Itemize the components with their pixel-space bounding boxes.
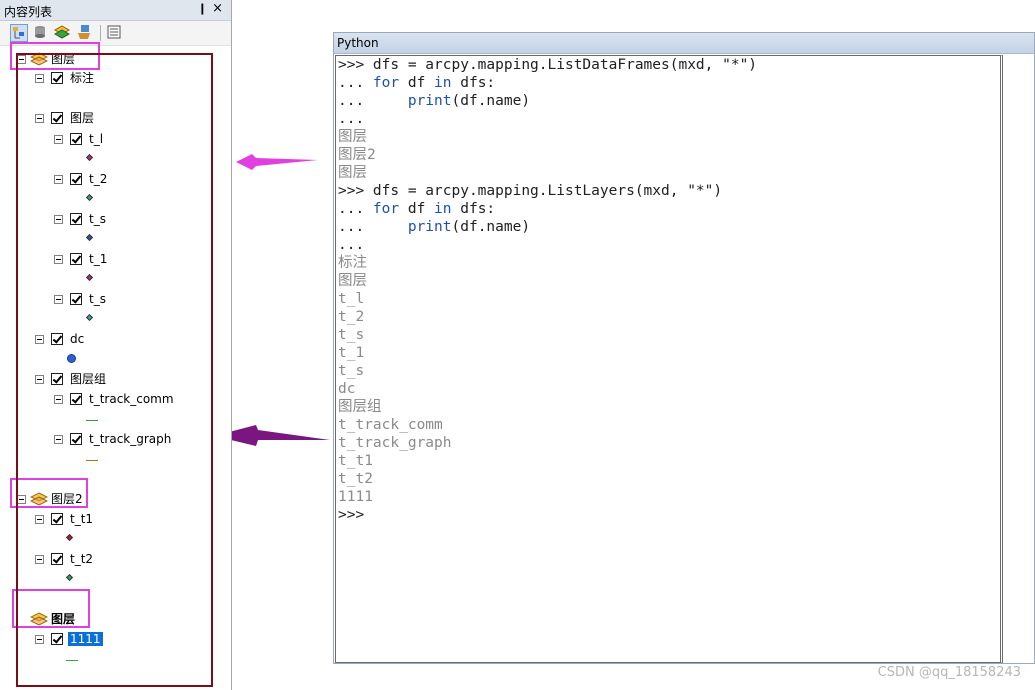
python-input-line: >>> dfs = arcpy.mapping.ListLayers(mxd, …: [338, 182, 722, 200]
python-code-text: dfs:: [451, 201, 496, 217]
python-code-text: (df.name): [451, 219, 531, 235]
python-code-text: t_t2: [338, 471, 373, 487]
python-keyword: in: [434, 201, 452, 217]
python-output-line: t_t2: [338, 470, 373, 488]
python-output-line: 图层组: [338, 398, 382, 416]
python-keyword: print: [407, 219, 452, 235]
python-input-line: >>> dfs = arcpy.mapping.ListDataFrames(m…: [338, 56, 757, 74]
python-output-line: t_1: [338, 344, 364, 362]
close-icon[interactable]: ×: [212, 1, 223, 16]
python-console[interactable]: >>> dfs = arcpy.mapping.ListDataFrames(m…: [335, 55, 1003, 663]
python-code-text: 图层组: [338, 399, 382, 415]
python-code-text: 1111: [338, 489, 373, 505]
python-code-text: dc: [338, 381, 356, 397]
python-code-text: dfs = arcpy.mapping.ListDataFrames(mxd, …: [372, 57, 758, 73]
python-code-text: df: [399, 201, 435, 217]
python-input-line: ... for df in dfs:: [338, 200, 495, 218]
python-output-line: t_track_graph: [338, 434, 452, 452]
python-window: Python >>> dfs = arcpy.mapping.ListDataF…: [333, 32, 1035, 664]
python-code-text: t_l: [338, 291, 365, 307]
python-code-text: ...: [338, 93, 408, 109]
python-code-text: dfs = arcpy.mapping.ListLayers(mxd, "*"): [372, 183, 723, 199]
python-code-text: ...: [338, 219, 408, 235]
python-code-text: >>>: [338, 507, 365, 523]
python-output-line: 图层: [338, 164, 367, 182]
python-input-line: ... print(df.name): [338, 218, 530, 236]
python-code-text: 图层: [338, 273, 367, 289]
python-code-text: ...: [338, 75, 373, 91]
python-output-line: t_l: [338, 290, 364, 308]
python-output-line: t_2: [338, 308, 364, 326]
python-code-text: t_track_comm: [338, 417, 443, 433]
python-output-line: t_s: [338, 326, 364, 344]
python-code-text: dfs:: [451, 75, 496, 91]
python-code-text: 图层: [338, 165, 367, 181]
python-code-text: t_1: [338, 345, 365, 361]
pin-icon[interactable]: ❙: [198, 2, 207, 15]
python-input-line: ...: [338, 236, 364, 254]
watermark: CSDN @qq_18158243: [877, 665, 1021, 680]
python-code-text: ...: [338, 111, 365, 127]
python-code-text: 图层: [338, 129, 367, 145]
python-code-text: t_track_graph: [338, 435, 452, 451]
python-code-text: t_s: [338, 363, 365, 379]
annotation-arrow-purple: [232, 425, 330, 446]
python-code-text: ...: [338, 201, 373, 217]
python-output-line: 图层: [338, 128, 367, 146]
toc-title-bar: 内容列表 ❙ ×: [0, 0, 231, 21]
toolbar-separator: [100, 25, 101, 41]
python-output-line: t_s: [338, 362, 364, 380]
list-by-drawing-order-icon[interactable]: [10, 24, 28, 42]
python-keyword: for: [372, 201, 400, 217]
python-code-text: (df.name): [451, 93, 531, 109]
annotation-box-darkred: [16, 53, 213, 687]
list-by-source-icon[interactable]: [32, 24, 50, 42]
annotation-arrow-magenta: [236, 154, 318, 170]
python-code-text: >>>: [338, 183, 373, 199]
python-code-text: t_t1: [338, 453, 373, 469]
python-code-text: 图层2: [338, 147, 376, 163]
python-code-text: df: [399, 75, 435, 91]
options-icon[interactable]: [106, 24, 124, 42]
python-output-line: 图层2: [338, 146, 376, 164]
python-input-line: >>>: [338, 506, 364, 524]
table-of-contents-panel: 内容列表 ❙ × 图层 标注 图层 t_l t_2 t_s t_1 t_s dc…: [0, 0, 232, 690]
python-code-text: ...: [338, 237, 365, 253]
annotation-arrows: [232, 154, 330, 446]
python-output-line: t_track_comm: [338, 416, 443, 434]
python-code-text: t_2: [338, 309, 365, 325]
python-output-line: t_t1: [338, 452, 373, 470]
python-keyword: in: [434, 75, 452, 91]
python-window-title-bar: Python: [334, 33, 1034, 54]
python-keyword: print: [407, 93, 452, 109]
python-code-text: t_s: [338, 327, 365, 343]
python-input-line: ...: [338, 110, 364, 128]
toc-title: 内容列表: [4, 5, 53, 19]
python-code-text: 标注: [338, 255, 367, 271]
python-window-title: Python: [337, 36, 379, 50]
python-output-line: 标注: [338, 254, 367, 272]
python-input-line: ... print(df.name): [338, 92, 530, 110]
python-keyword: for: [372, 75, 400, 91]
python-output-line: 图层: [338, 272, 367, 290]
python-output-line: dc: [338, 380, 355, 398]
list-by-selection-icon[interactable]: [76, 24, 94, 42]
python-code-text: >>>: [338, 57, 373, 73]
python-output-line: 1111: [338, 488, 373, 506]
python-input-line: ... for df in dfs:: [338, 74, 495, 92]
list-by-visibility-icon[interactable]: [53, 24, 72, 42]
